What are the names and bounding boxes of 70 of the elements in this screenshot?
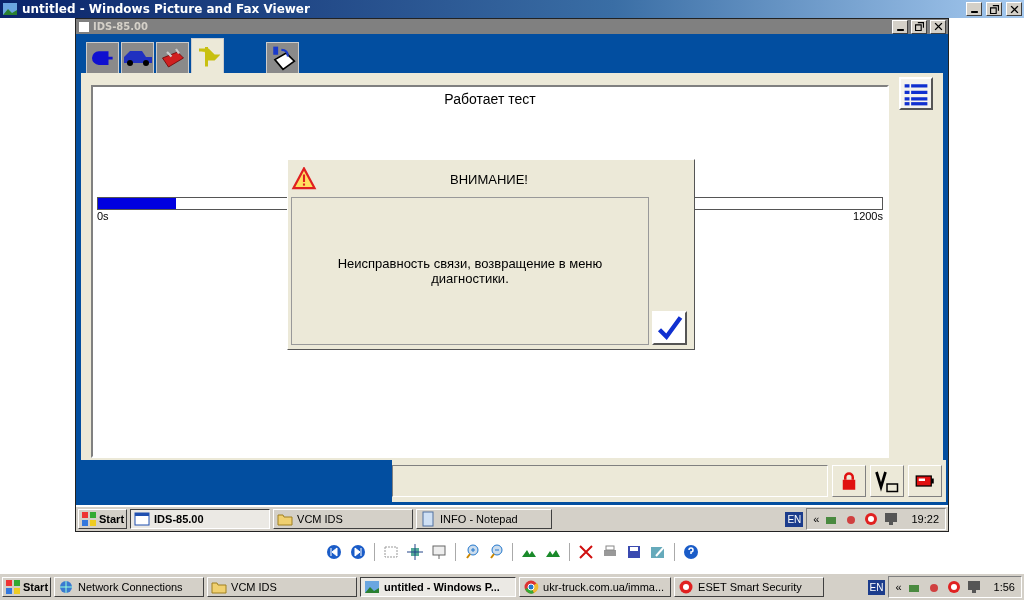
clock: 19:22 xyxy=(911,513,939,525)
minimize-icon xyxy=(896,28,904,31)
restore-button[interactable] xyxy=(911,19,927,34)
next-icon xyxy=(349,544,366,560)
monitor-icon xyxy=(965,579,982,595)
previous-icon xyxy=(325,544,342,560)
voltage-battery-icon xyxy=(874,469,900,493)
tab[interactable] xyxy=(121,42,154,73)
taskbar-button[interactable]: INFO - Notepad xyxy=(416,509,553,529)
monitor-icon xyxy=(883,511,900,527)
window-icon xyxy=(134,511,151,527)
close-button[interactable] xyxy=(930,19,946,34)
warning-icon xyxy=(291,167,317,191)
battery-button[interactable] xyxy=(908,465,942,497)
close-button[interactable] xyxy=(1006,2,1022,16)
taskbar-button[interactable]: Network Connections xyxy=(54,577,205,597)
taskbar-button[interactable]: VCM IDS xyxy=(207,577,358,597)
taskbar-button[interactable]: VCM IDS xyxy=(273,509,414,529)
car-icon xyxy=(123,50,152,66)
dialog-message: Неисправность связи, возвращение в меню диагностики. xyxy=(336,256,604,286)
picture-icon xyxy=(2,1,18,17)
taskbar-button[interactable]: ESET Smart Security xyxy=(674,577,825,597)
show-hidden-icons-button[interactable]: « xyxy=(895,581,902,593)
window-title: untitled - Windows Picture and Fax Viewer xyxy=(22,2,311,16)
picture-icon xyxy=(364,579,381,595)
windows-logo-icon xyxy=(81,511,97,527)
folder-icon xyxy=(277,511,294,527)
voltage-button[interactable] xyxy=(870,465,904,497)
panel-title: Работает тест xyxy=(444,91,536,107)
window-icon xyxy=(78,21,90,32)
lock-button[interactable] xyxy=(832,465,866,497)
restore-icon xyxy=(989,4,999,14)
clock: 1:56 xyxy=(993,581,1015,593)
slideshow-icon xyxy=(430,544,447,560)
best-fit-icon xyxy=(382,544,399,560)
notepad-icon xyxy=(420,511,437,527)
language-indicator[interactable]: EN xyxy=(785,511,804,527)
tab[interactable] xyxy=(86,42,119,73)
restore-icon xyxy=(914,22,924,31)
globe-icon xyxy=(58,579,75,595)
minimize-button[interactable] xyxy=(892,19,908,34)
restore-button[interactable] xyxy=(986,2,1002,16)
minimize-icon xyxy=(970,11,978,13)
axis-label: 1200s xyxy=(853,210,883,222)
edit-picture-icon xyxy=(649,544,666,560)
folder-icon xyxy=(211,579,228,595)
taskbar-button[interactable]: untitled - Windows P... xyxy=(360,577,517,597)
language-indicator[interactable]: EN xyxy=(867,579,886,595)
dialog-title: ВНИМАНИЕ! xyxy=(449,171,529,187)
windows-logo-icon xyxy=(5,579,21,595)
list-button[interactable] xyxy=(899,77,933,110)
tab[interactable] xyxy=(266,42,299,73)
checkmark-icon xyxy=(655,314,684,342)
start-button[interactable]: Start xyxy=(2,577,52,597)
ok-button[interactable] xyxy=(652,311,687,345)
help-icon xyxy=(682,544,699,560)
start-button[interactable]: Start xyxy=(78,509,128,529)
show-hidden-icons-button[interactable]: « xyxy=(813,513,820,525)
close-icon xyxy=(933,22,943,31)
taskbar-button[interactable]: ukr-truck.com.ua/imma... xyxy=(519,577,672,597)
axis-label: 0s xyxy=(97,210,109,222)
save-icon xyxy=(625,544,642,560)
minimize-button[interactable] xyxy=(966,2,982,16)
close-icon xyxy=(1009,4,1019,14)
browser-icon xyxy=(523,579,540,595)
zoom-in-icon xyxy=(463,544,480,560)
taskbar-button[interactable]: IDS-85.00 xyxy=(130,509,271,529)
zoom-out-icon xyxy=(487,544,504,560)
app-title: IDS-85.00 xyxy=(93,21,149,32)
delete-icon xyxy=(577,544,594,560)
